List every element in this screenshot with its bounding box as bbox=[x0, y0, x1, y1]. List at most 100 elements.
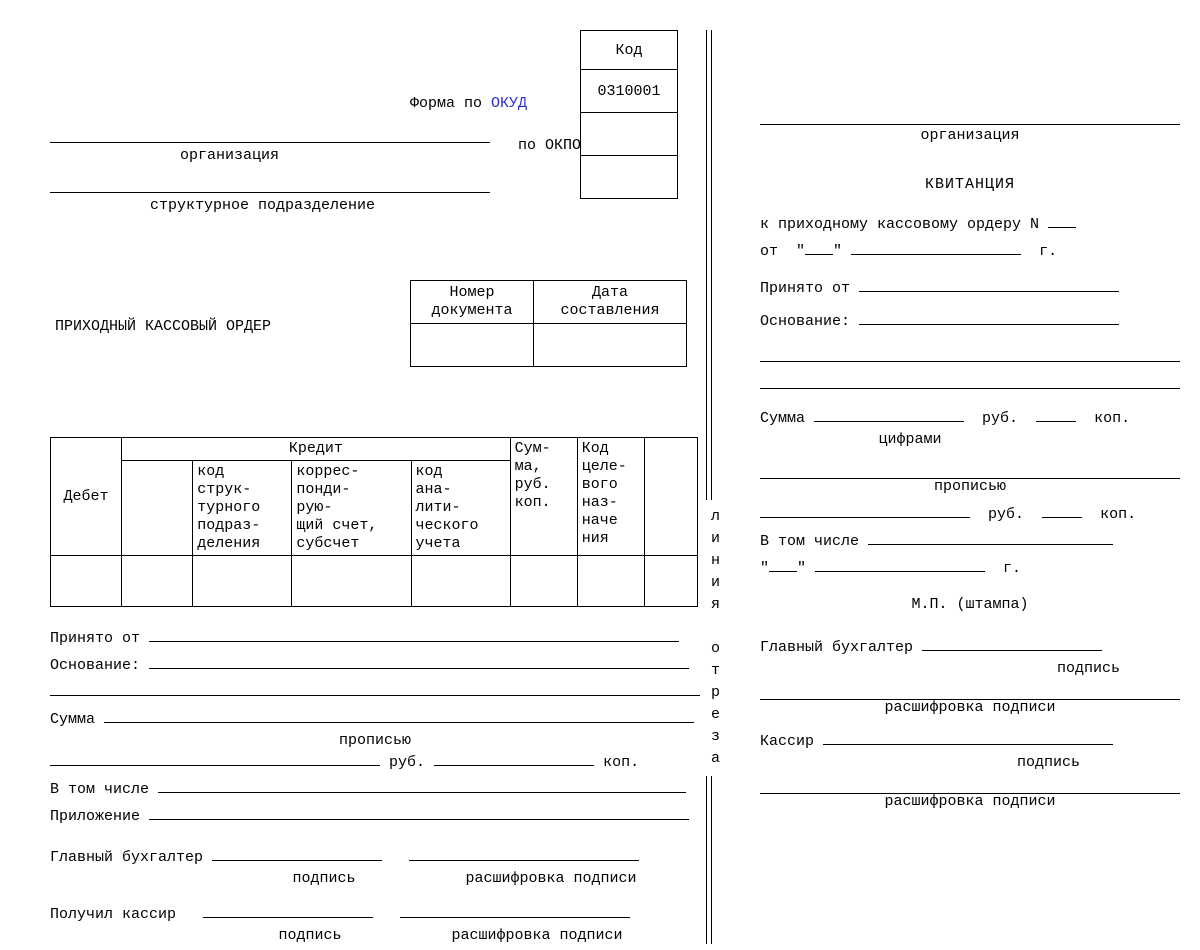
cashier-sig-line[interactable] bbox=[203, 901, 373, 918]
receipt-date-row-2: "" г. bbox=[760, 555, 1180, 582]
doc-date-header: Дата составления bbox=[534, 281, 687, 324]
document-title: ПРИХОДНЫЙ КАССОВЫЙ ОРДЕР bbox=[55, 318, 271, 335]
page: Код 0310001 Форма по ОКУД по ОКПО органи… bbox=[0, 0, 1200, 950]
receipt-chief-row: Главный бухгалтер bbox=[760, 634, 1180, 661]
attachment-line[interactable] bbox=[149, 803, 689, 820]
receipt-basis-row: Основание: bbox=[760, 308, 1180, 335]
cashier-decode-line[interactable] bbox=[400, 901, 630, 918]
year-g-label: г. bbox=[1039, 243, 1057, 260]
receipt-words-line-1[interactable] bbox=[760, 462, 1180, 479]
kop-line[interactable] bbox=[434, 749, 594, 766]
month-line[interactable] bbox=[851, 238, 1021, 255]
receipt-title: КВИТАНЦИЯ bbox=[760, 176, 1180, 193]
in-words-caption: прописью bbox=[339, 732, 411, 749]
from-label: от bbox=[760, 243, 778, 260]
cell-extra[interactable] bbox=[644, 556, 697, 607]
to-order-label: к приходному кассовому ордеру N bbox=[760, 216, 1039, 233]
receipt-sig-caption-1: подпись bbox=[760, 661, 1180, 677]
receipt-cashier-decode-line[interactable] bbox=[760, 777, 1180, 794]
receipt-including-row: В том числе bbox=[760, 528, 1180, 555]
doc-date-cell[interactable] bbox=[534, 324, 687, 367]
cell-sum[interactable] bbox=[510, 556, 577, 607]
chief-accountant-captions: подпись расшифровка подписи bbox=[50, 871, 700, 887]
left-header: Форма по ОКУД по ОКПО организация структ… bbox=[40, 30, 700, 210]
col-purpose-code: Код целе- вого наз- наче ния bbox=[577, 438, 644, 556]
chief-decode-line[interactable] bbox=[409, 844, 639, 861]
col-sum: Сум- ма, руб. коп. bbox=[510, 438, 577, 556]
doc-number-h1: Номер bbox=[449, 284, 494, 301]
received-from-label: Принято от bbox=[50, 630, 140, 647]
receipt-rub-label-2: руб. bbox=[988, 506, 1024, 523]
main-table: Дебет Кредит Сум- ма, руб. коп. Код целе… bbox=[50, 437, 698, 607]
receipt-kop-label-2: коп. bbox=[1100, 506, 1136, 523]
received-from-line[interactable] bbox=[149, 625, 679, 642]
two-column-layout: Код 0310001 Форма по ОКУД по ОКПО органи… bbox=[40, 30, 1180, 944]
sig-decode-caption-2: расшифровка подписи bbox=[422, 928, 652, 944]
receipt-to-order-row: к приходному кассовому ордеру N bbox=[760, 211, 1180, 238]
org-input-line[interactable] bbox=[50, 142, 490, 143]
cell-analytic-code[interactable] bbox=[411, 556, 510, 607]
cut-line: линия отреза bbox=[700, 30, 730, 944]
sum-line-2[interactable] bbox=[50, 749, 380, 766]
including-line[interactable] bbox=[158, 776, 686, 793]
sum-line-1[interactable] bbox=[104, 706, 694, 723]
receipt-basis-line-3[interactable] bbox=[760, 372, 1180, 389]
okud-link[interactable]: ОКУД bbox=[491, 95, 527, 112]
cell-corr-account[interactable] bbox=[292, 556, 411, 607]
cashier-got-label: Получил кассир bbox=[50, 906, 176, 923]
receipt-cashier-label: Кассир bbox=[760, 733, 814, 750]
col-debit: Дебет bbox=[51, 438, 122, 556]
chief-accountant-label: Главный бухгалтер bbox=[50, 849, 203, 866]
receipt-body: к приходному кассовому ордеру N от "" г.… bbox=[760, 211, 1180, 810]
doc-number-header: Номер документа bbox=[411, 281, 534, 324]
year-g-label-2: г. bbox=[1003, 560, 1021, 577]
chief-sig-line[interactable] bbox=[212, 844, 382, 861]
receipt-basis-label: Основание: bbox=[760, 313, 850, 330]
attachment-row: Приложение bbox=[50, 803, 700, 830]
receipt-sum-label: Сумма bbox=[760, 410, 805, 427]
basis-label: Основание: bbox=[50, 657, 140, 674]
doc-date-h1: Дата bbox=[592, 284, 628, 301]
order-number-line[interactable] bbox=[1048, 211, 1076, 228]
day-line[interactable] bbox=[805, 238, 833, 255]
received-from-row: Принято от bbox=[50, 625, 700, 652]
in-words-caption-r: прописью bbox=[760, 479, 1180, 495]
basis-line-2[interactable] bbox=[50, 679, 700, 696]
receipt-chief-decode-line[interactable] bbox=[760, 683, 1180, 700]
sum-rub-kop-row: руб. коп. bbox=[50, 749, 700, 776]
doc-number-cell[interactable] bbox=[411, 324, 534, 367]
stamp-label: М.П. (штампа) bbox=[760, 592, 1180, 618]
basis-line-1[interactable] bbox=[149, 652, 689, 669]
day-line-2[interactable] bbox=[769, 555, 797, 572]
receipt-org-caption: организация bbox=[760, 127, 1180, 144]
cell-purpose-code[interactable] bbox=[577, 556, 644, 607]
receipt-sig-caption-2: подпись bbox=[760, 755, 1180, 771]
receipt-org-line[interactable] bbox=[760, 108, 1180, 125]
by-okpo-label: по ОКПО bbox=[518, 137, 581, 154]
receipt-chief-sig-line[interactable] bbox=[922, 634, 1102, 651]
rub-label: руб. bbox=[389, 754, 425, 771]
cell-debit[interactable] bbox=[51, 556, 122, 607]
receipt-received-line[interactable] bbox=[859, 275, 1119, 292]
receipt-date-row: от "" г. bbox=[760, 238, 1180, 265]
receipt-rub-label-1: руб. bbox=[982, 410, 1018, 427]
receipt-sum-line[interactable] bbox=[814, 405, 964, 422]
receipt-received-row: Принято от bbox=[760, 275, 1180, 302]
subdivision-input-line[interactable] bbox=[50, 192, 490, 193]
col-analytic-code: код ана- лити- ческого учета bbox=[411, 461, 510, 556]
receipt-cashier-sig-line[interactable] bbox=[823, 728, 1113, 745]
receipt-words-row-2: руб. коп. bbox=[760, 501, 1180, 528]
receipt-kop-line-2[interactable] bbox=[1042, 501, 1082, 518]
col-subdiv-code: код струк- турного подраз- деления bbox=[193, 461, 292, 556]
col-credit: Кредит bbox=[122, 438, 511, 461]
receipt-words-line-2[interactable] bbox=[760, 501, 970, 518]
receipt-basis-line-1[interactable] bbox=[859, 308, 1119, 325]
receipt-decode-caption-1: расшифровка подписи bbox=[760, 700, 1180, 716]
cell-subdiv-code[interactable] bbox=[193, 556, 292, 607]
receipt-including-line[interactable] bbox=[868, 528, 1113, 545]
cell-credit-blank[interactable] bbox=[122, 556, 193, 607]
month-line-2[interactable] bbox=[815, 555, 985, 572]
receipt-kop-line[interactable] bbox=[1036, 405, 1076, 422]
receipt-basis-line-2[interactable] bbox=[760, 345, 1180, 362]
attachment-label: Приложение bbox=[50, 808, 140, 825]
